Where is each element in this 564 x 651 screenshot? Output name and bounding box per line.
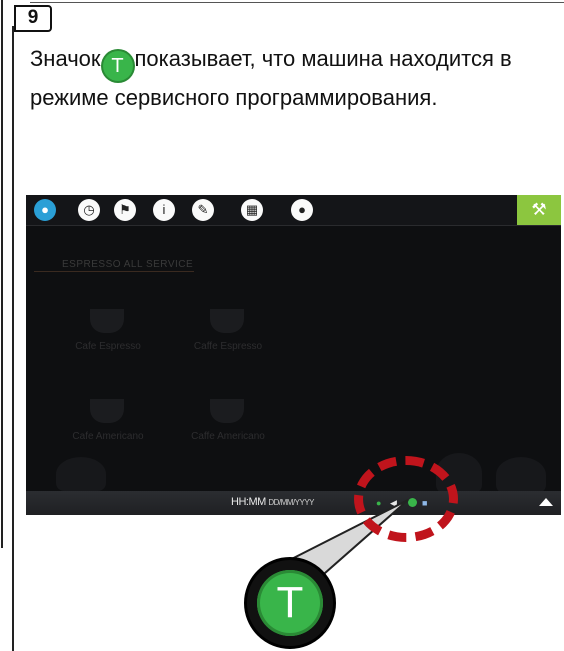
zoom-callout-lines [259, 499, 409, 597]
zoom-magnifier: T [244, 557, 336, 649]
service-mode-icon-zoomed: T [257, 570, 323, 636]
highlight-ring [354, 456, 458, 542]
